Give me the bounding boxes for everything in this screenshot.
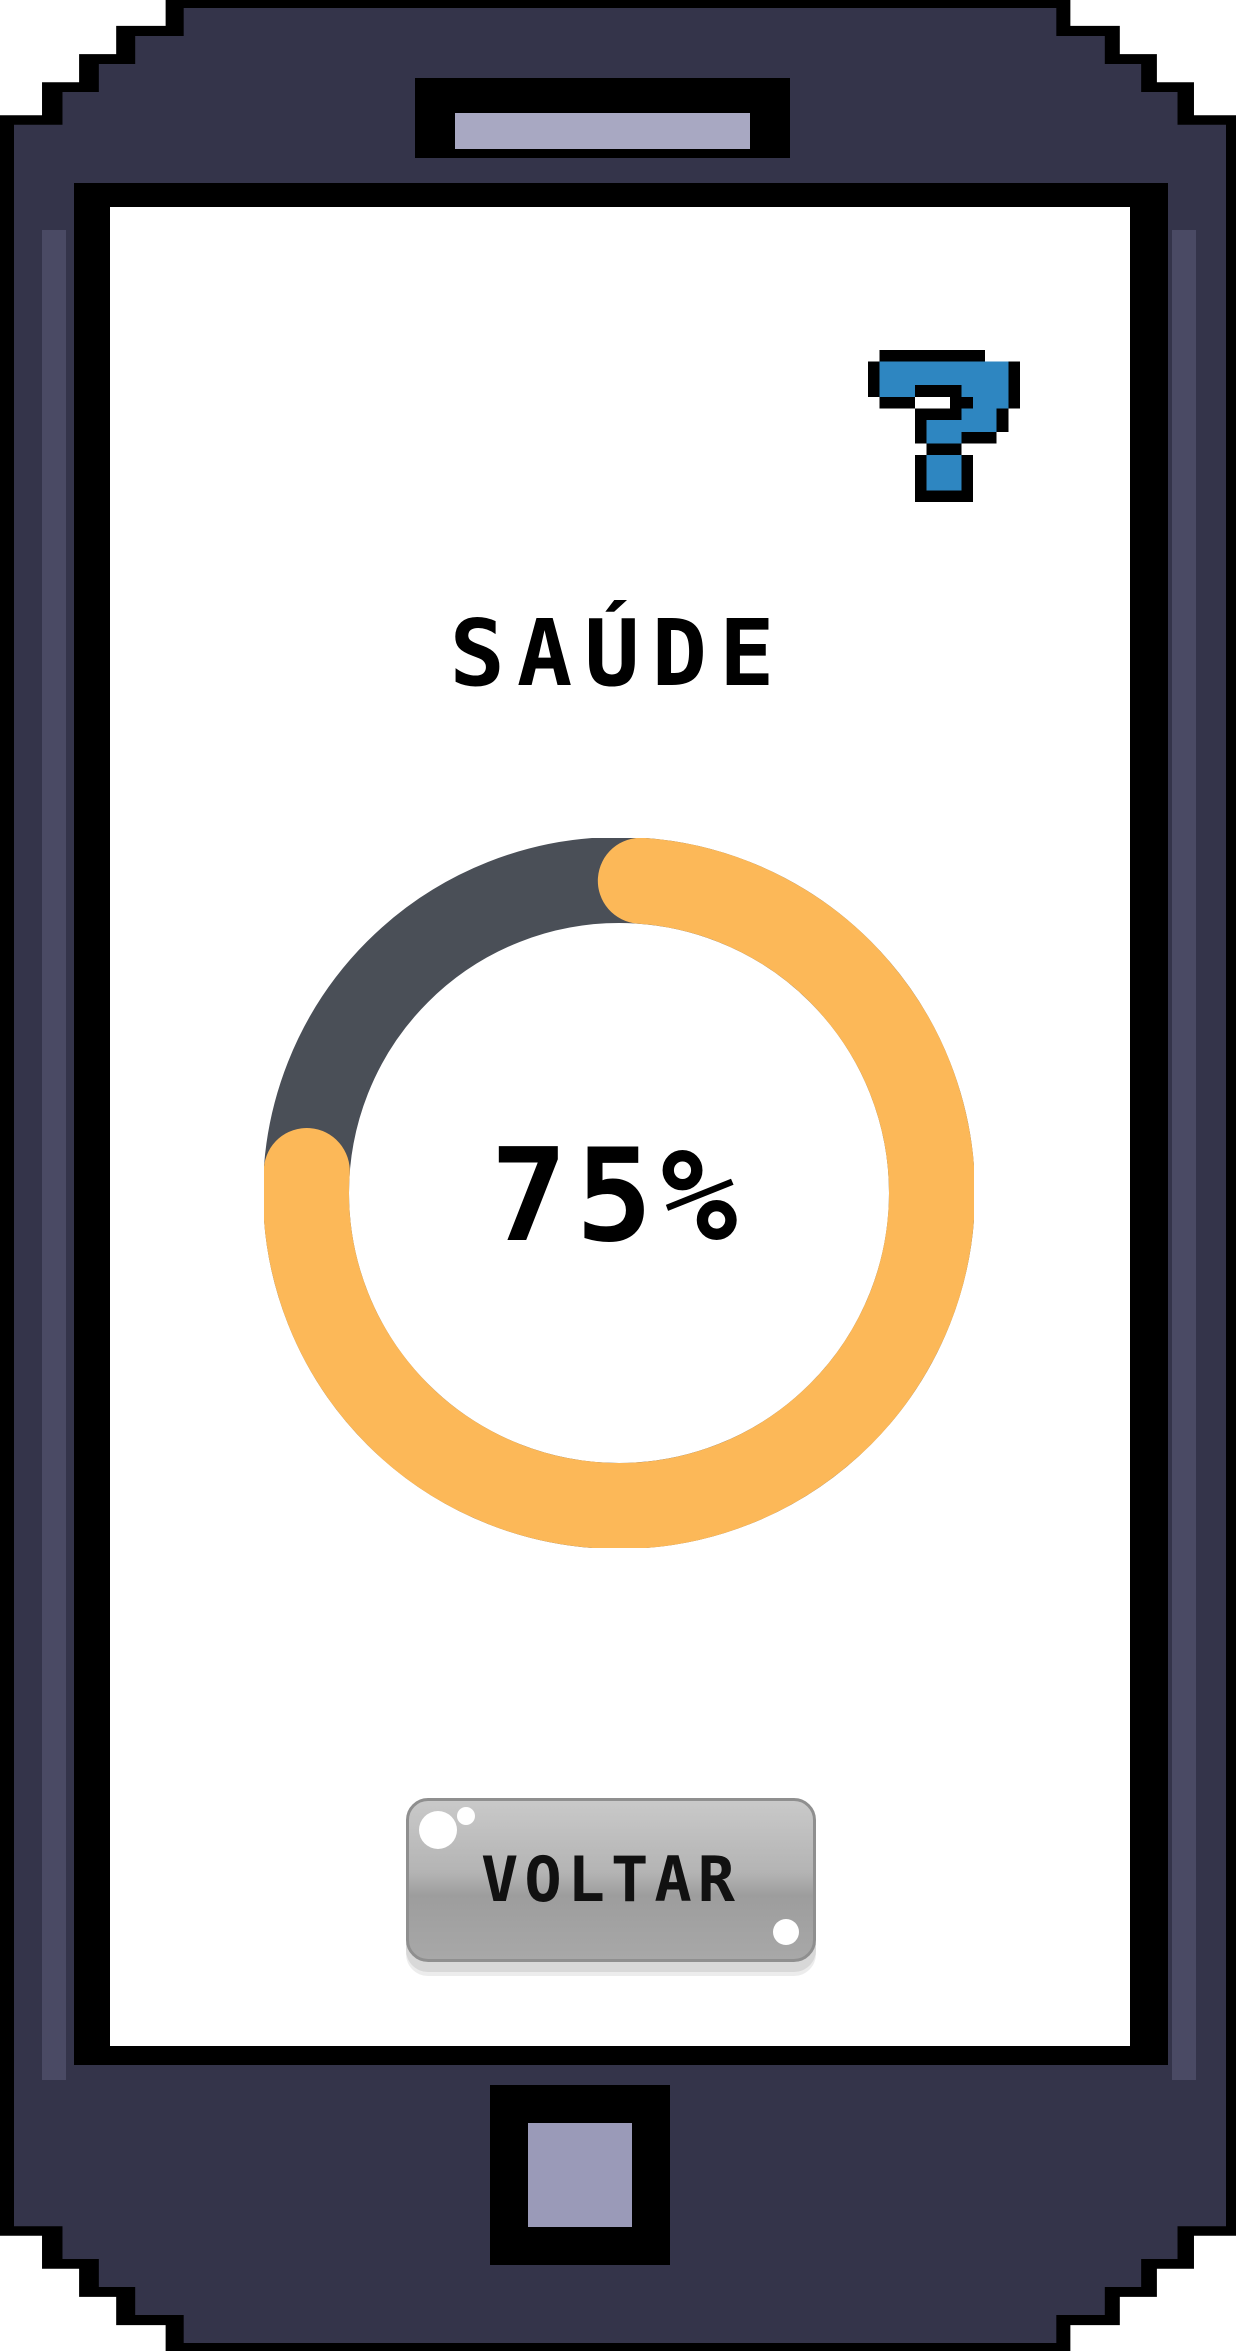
home-button[interactable]: [528, 2123, 632, 2227]
page-title: SAÚDE: [449, 600, 787, 707]
phone-speaker-grill: [455, 113, 750, 149]
button-gloss-bubble: [457, 1807, 475, 1825]
back-button[interactable]: VOLTAR: [406, 1798, 816, 1962]
question-mark-icon[interactable]: [866, 350, 1022, 502]
gauge-value-label: 75%: [490, 1122, 746, 1271]
button-gloss-bubble: [773, 1919, 799, 1945]
back-button-label: VOLTAR: [481, 1843, 741, 1916]
